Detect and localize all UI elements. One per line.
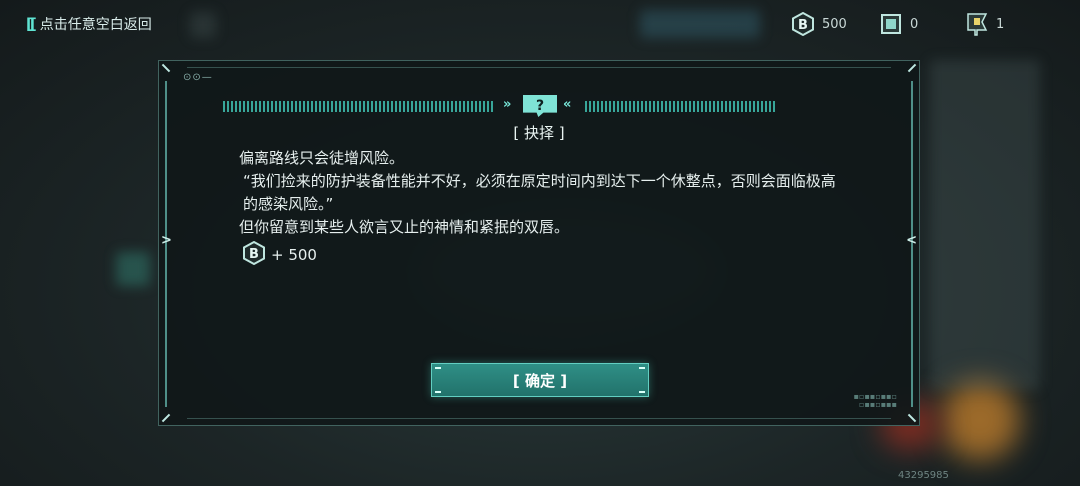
game-screen[interactable]: [[ 点击任意空白返回 B 500 0 1 > < ⊙⊙— » ? « [抉择… [0,0,1080,486]
back-button[interactable]: [[ 点击任意空白返回 [26,12,152,36]
corner-top-right [907,63,917,73]
header-stripe-left [223,101,495,112]
background-left-marker [116,252,150,286]
flag-icon [966,12,988,36]
svg-text:B: B [249,247,259,262]
resource-flag: 1 [966,10,1004,38]
chip-value: 0 [910,16,919,32]
button-tick [639,367,645,369]
svg-text:B: B [798,18,808,33]
body-paragraph: 偏离路线只会徒增风险。 [239,149,405,167]
corner-bottom-left [161,413,171,423]
right-arrow-icon: < [906,233,917,248]
b-coin-icon: B [243,240,265,269]
button-tick [639,391,645,393]
b-coin-value: 500 [822,16,847,32]
choice-dialog: > < ⊙⊙— » ? « [ 抉择 ] 偏离路线只会徒增风险。 “我们捡来的防… [158,60,920,426]
b-coin-icon: B [792,12,814,36]
background-orange-emblem [940,380,1020,460]
button-tick [435,367,441,369]
confirm-button[interactable]: [ 确定 ] [431,363,649,397]
barcode-deco: ▪▫▪▪▫▪▪▫ ▫▪▪▫▪▪▪ [853,392,897,409]
resource-chip: 0 [880,10,918,38]
flag-value: 1 [996,16,1005,32]
dialog-body: 偏离路线只会徒增风险。 “我们捡来的防护装备性能并不好，必须在原定时间内到达下一… [239,147,849,239]
button-tick [435,391,441,393]
background-right-panel [930,60,1040,390]
chevron-right-icon: » [503,97,512,112]
left-arrow-icon: > [161,233,172,248]
back-label: 点击任意空白返回 [39,17,152,33]
body-paragraph: “我们捡来的防护装备性能并不好，必须在原定时间内到达下一个休整点，否则会面临极高… [243,172,836,213]
reward-amount: + 500 [271,246,317,264]
chevron-left-icon: « [563,97,572,112]
reward-row: B + 500 [243,240,317,269]
double-bracket-icon: [[ [26,15,37,33]
corner-top-left [161,63,171,73]
body-paragraph: 但你留意到某些人欲言又止的神情和紧抿的双唇。 [239,218,570,236]
chip-icon [880,12,902,36]
background-top-button [640,10,760,38]
dialog-top-line [187,67,891,68]
dots-deco-icon: ⊙⊙— [183,72,213,83]
resource-b-coin: B 500 [792,10,847,38]
dialog-title: [ 抉择 ] [513,124,565,142]
corner-bottom-right [907,413,917,423]
confirm-label: [ 确定 ] [512,371,568,390]
background-small-button [190,12,216,38]
user-id: 43295985 [898,470,949,481]
dialog-bottom-line [187,418,891,419]
header-stripe-right [585,101,775,112]
question-icon: ? [523,95,557,117]
